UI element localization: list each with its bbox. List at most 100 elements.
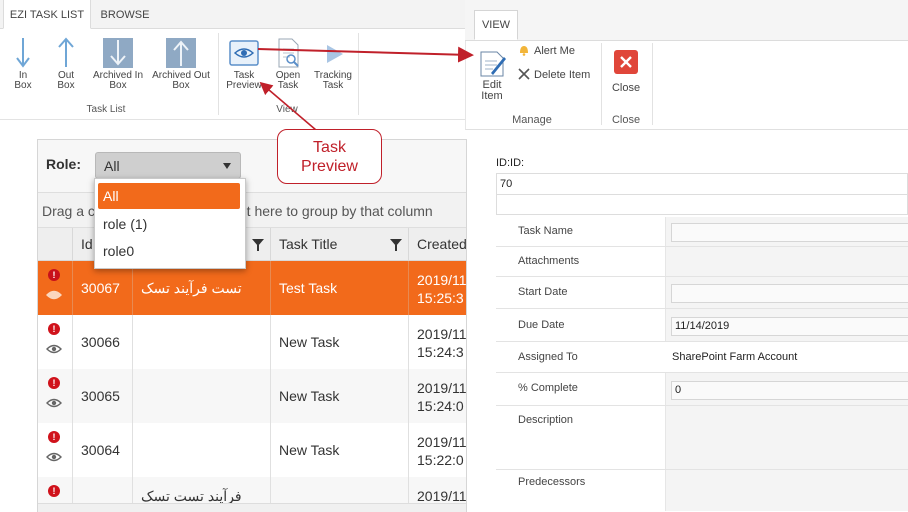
group-label-manage: Manage [512, 114, 552, 126]
delete-item-button[interactable]: Delete Item [518, 68, 590, 81]
divider [652, 43, 653, 125]
due-date-input[interactable]: 11/14/2019 [671, 317, 908, 336]
cell-task-title: New Task [270, 315, 408, 369]
archived-in-box-label-2: Box [109, 80, 127, 91]
close-button[interactable]: Close [611, 49, 641, 94]
row-id: 30067 [81, 280, 120, 296]
cell-task-title: New Task [270, 369, 408, 423]
callout-line-2: Preview [301, 158, 358, 175]
row-id: 30066 [81, 334, 120, 350]
play-arrow-icon [327, 45, 343, 63]
arrow-up-icon [58, 37, 74, 67]
ribbon-body: In Box Out Box Archived In Box Archived … [0, 29, 465, 120]
role-select[interactable]: All [95, 152, 241, 179]
view-ribbon-body: Edit Item Alert Me Delete Item Manage Cl… [465, 41, 908, 130]
in-box-label-2: Box [14, 80, 32, 91]
table-row[interactable]: ! 30066 New Task 2019/11 15:24:3 [38, 315, 467, 369]
alert-icon[interactable]: ! [48, 269, 60, 281]
description-input[interactable] [665, 406, 908, 469]
archived-out-box-button[interactable]: Archived Out Box [150, 37, 212, 91]
close-label: Close [611, 82, 641, 94]
open-task-button[interactable]: Open Task [270, 37, 306, 91]
task-preview-label-2: Preview [226, 80, 262, 91]
row-task-name: Task Name [496, 217, 908, 247]
role-option-role-1[interactable]: role (1) [98, 211, 240, 237]
table-row[interactable]: ! 30064 New Task 2019/11 15:22:0 [38, 423, 466, 477]
row-start-date: Start Date [496, 277, 908, 309]
row-created: 2019/11 15:25:3 [417, 272, 467, 306]
group-label-view: View [276, 104, 298, 115]
alert-icon[interactable]: ! [48, 485, 60, 497]
row-icons-cell: ! [38, 315, 72, 369]
edit-item-label-2: Item [481, 90, 503, 102]
task-preview-callout: Task Preview [277, 129, 382, 184]
eye-icon[interactable] [46, 397, 62, 409]
edit-item-button[interactable]: Edit Item [476, 49, 508, 102]
table-row[interactable]: ! 30067 تست فرآیند تسک Test Task 2019/11… [38, 261, 467, 315]
role-option-all[interactable]: All [98, 183, 240, 209]
row-created: 2019/11 15:24:3 [417, 326, 467, 360]
eye-icon[interactable] [46, 289, 62, 301]
tab-browse[interactable]: BROWSE [92, 0, 158, 28]
due-date-label: Due Date [518, 319, 565, 331]
attachments-label: Attachments [518, 255, 580, 267]
percent-complete-input[interactable]: 0 [671, 381, 908, 400]
role-dropdown-list: All role (1) role0 [94, 178, 246, 269]
task-name-label: Task Name [518, 225, 574, 237]
cell-created: 2019/11 15:24:3 [408, 315, 467, 369]
alert-me-label: Alert Me [534, 45, 575, 57]
header-created[interactable]: Created [408, 228, 467, 260]
cell-name: تست فرآیند تسک [132, 261, 270, 315]
view-ribbon-tab-bar: VIEW [465, 0, 908, 41]
in-box-button[interactable]: In Box [8, 37, 38, 91]
task-preview-button[interactable]: Task Preview [224, 37, 264, 91]
row-description: Description [496, 406, 908, 470]
table-row[interactable]: ! 30065 New Task 2019/11 15:24:0 [38, 369, 467, 423]
cell-name [132, 369, 270, 423]
caret-down-icon [223, 163, 231, 169]
eye-preview-icon [229, 40, 259, 66]
task-item-form: ID:ID: 70 Task Name Attachments Start Da… [496, 155, 908, 511]
open-task-label-2: Task [277, 80, 299, 91]
row-attachments: Attachments [496, 247, 908, 277]
out-box-button[interactable]: Out Box [50, 37, 82, 91]
close-icon [614, 50, 638, 74]
divider [358, 33, 359, 115]
id-label-row: ID:ID: [496, 155, 908, 173]
predecessors-label: Predecessors [518, 476, 586, 488]
percent-complete-label: % Complete [518, 382, 578, 394]
predecessors-input[interactable] [665, 470, 908, 511]
eye-icon[interactable] [46, 343, 62, 355]
group-label-close: Close [611, 114, 641, 126]
assigned-to-value[interactable]: SharePoint Farm Account [672, 351, 797, 363]
start-date-input[interactable] [671, 284, 908, 303]
alert-me-button[interactable]: Alert Me [518, 44, 575, 57]
tracking-task-button[interactable]: Tracking Task [310, 37, 356, 91]
filter-icon[interactable] [252, 239, 264, 251]
archived-in-box-button[interactable]: Archived In Box [90, 37, 146, 91]
alert-icon[interactable]: ! [48, 323, 60, 335]
id-value-box: 70 [496, 173, 908, 195]
eye-icon[interactable] [46, 451, 62, 463]
header-created-label: Created [417, 236, 467, 252]
row-task-title: New Task [279, 388, 340, 404]
row-created: 2019/11 15:24:0 [417, 380, 467, 414]
tab-ezi-task-list[interactable]: EZI TASK LIST [3, 0, 91, 29]
header-id-label: Id [81, 236, 93, 252]
cell-id: 30067 [72, 261, 132, 315]
divider [601, 43, 602, 125]
header-task-title[interactable]: Task Title [270, 228, 408, 260]
alert-icon[interactable]: ! [48, 431, 60, 443]
task-name-input[interactable] [671, 223, 908, 242]
cell-created: 2019/11 15:24:0 [408, 369, 467, 423]
role-option-role0[interactable]: role0 [98, 238, 240, 264]
callout-line-1: Task [313, 139, 346, 156]
group-label-task-list: Task List [86, 104, 126, 115]
tab-view[interactable]: VIEW [474, 10, 518, 40]
row-task-title: New Task [279, 442, 340, 458]
id-value: 70 [500, 178, 513, 190]
filter-icon[interactable] [390, 239, 402, 251]
cell-task-title: Test Task [270, 261, 408, 315]
alert-icon[interactable]: ! [48, 377, 60, 389]
row-task-title: New Task [279, 334, 340, 350]
